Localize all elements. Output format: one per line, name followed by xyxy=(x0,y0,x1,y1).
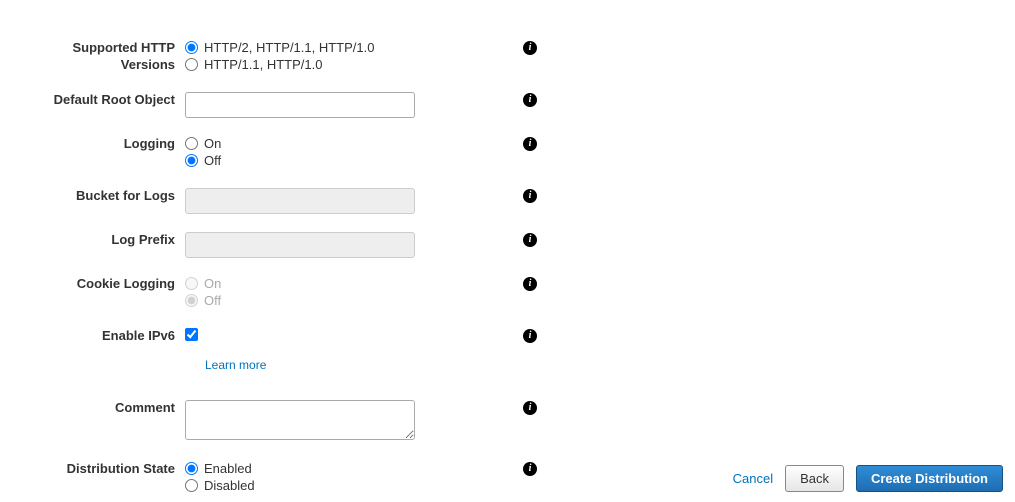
info-icon[interactable]: i xyxy=(523,233,537,247)
label-distribution-state: Distribution State xyxy=(20,461,185,478)
radio-cookie-off-label: Off xyxy=(185,293,515,308)
info-icon[interactable]: i xyxy=(523,93,537,107)
radio-http2-label[interactable]: HTTP/2, HTTP/1.1, HTTP/1.0 xyxy=(185,40,515,55)
radio-logging-off[interactable] xyxy=(185,154,198,167)
radio-state-enabled[interactable] xyxy=(185,462,198,475)
label-default-root: Default Root Object xyxy=(20,92,185,109)
row-default-root: Default Root Object i xyxy=(20,92,1015,118)
row-comment: Comment i xyxy=(20,400,1015,443)
label-log-prefix: Log Prefix xyxy=(20,232,185,249)
log-prefix-input xyxy=(185,232,415,258)
radio-state-enabled-label[interactable]: Enabled xyxy=(185,461,515,476)
footer-actions: Cancel Back Create Distribution xyxy=(733,465,1003,492)
cancel-link[interactable]: Cancel xyxy=(733,471,773,486)
radio-group-distribution-state: Enabled Disabled xyxy=(185,461,515,495)
info-icon[interactable]: i xyxy=(523,329,537,343)
label-bucket-logs: Bucket for Logs xyxy=(20,188,185,205)
info-icon[interactable]: i xyxy=(523,41,537,55)
radio-cookie-off xyxy=(185,294,198,307)
row-ipv6: Enable IPv6 Learn more i xyxy=(20,328,1015,372)
back-button[interactable]: Back xyxy=(785,465,844,492)
form-container: Supported HTTP Versions HTTP/2, HTTP/1.1… xyxy=(0,0,1015,495)
radio-state-disabled-label[interactable]: Disabled xyxy=(185,478,515,493)
radio-cookie-on-label: On xyxy=(185,276,515,291)
radio-logging-on-label[interactable]: On xyxy=(185,136,515,151)
row-log-prefix: Log Prefix i xyxy=(20,232,1015,258)
ipv6-checkbox[interactable] xyxy=(185,328,198,341)
create-distribution-button[interactable]: Create Distribution xyxy=(856,465,1003,492)
radio-logging-on[interactable] xyxy=(185,137,198,150)
radio-cookie-on-text: On xyxy=(204,276,221,291)
label-comment: Comment xyxy=(20,400,185,417)
radio-logging-on-text: On xyxy=(204,136,221,151)
row-cookie-logging: Cookie Logging On Off i xyxy=(20,276,1015,310)
info-icon[interactable]: i xyxy=(523,137,537,151)
comment-textarea[interactable] xyxy=(185,400,415,440)
radio-cookie-off-text: Off xyxy=(204,293,221,308)
radio-cookie-on xyxy=(185,277,198,290)
info-icon[interactable]: i xyxy=(523,401,537,415)
radio-http11-text: HTTP/1.1, HTTP/1.0 xyxy=(204,57,322,72)
label-cookie-logging: Cookie Logging xyxy=(20,276,185,293)
radio-state-enabled-text: Enabled xyxy=(204,461,252,476)
radio-http2[interactable] xyxy=(185,41,198,54)
radio-logging-off-text: Off xyxy=(204,153,221,168)
radio-http11-label[interactable]: HTTP/1.1, HTTP/1.0 xyxy=(185,57,515,72)
info-icon[interactable]: i xyxy=(523,277,537,291)
row-bucket-logs: Bucket for Logs i xyxy=(20,188,1015,214)
radio-http2-text: HTTP/2, HTTP/1.1, HTTP/1.0 xyxy=(204,40,374,55)
radio-state-disabled[interactable] xyxy=(185,479,198,492)
radio-group-cookie-logging: On Off xyxy=(185,276,515,310)
radio-group-logging: On Off xyxy=(185,136,515,170)
radio-http11[interactable] xyxy=(185,58,198,71)
radio-logging-off-label[interactable]: Off xyxy=(185,153,515,168)
info-icon[interactable]: i xyxy=(523,189,537,203)
row-http-versions: Supported HTTP Versions HTTP/2, HTTP/1.1… xyxy=(20,40,1015,74)
default-root-input[interactable] xyxy=(185,92,415,118)
learn-more-link[interactable]: Learn more xyxy=(205,358,266,372)
label-logging: Logging xyxy=(20,136,185,153)
row-logging: Logging On Off i xyxy=(20,136,1015,170)
label-ipv6: Enable IPv6 xyxy=(20,328,185,345)
label-http-versions: Supported HTTP Versions xyxy=(20,40,185,74)
info-icon[interactable]: i xyxy=(523,462,537,476)
radio-group-http-versions: HTTP/2, HTTP/1.1, HTTP/1.0 HTTP/1.1, HTT… xyxy=(185,40,515,74)
radio-state-disabled-text: Disabled xyxy=(204,478,255,493)
bucket-logs-input xyxy=(185,188,415,214)
